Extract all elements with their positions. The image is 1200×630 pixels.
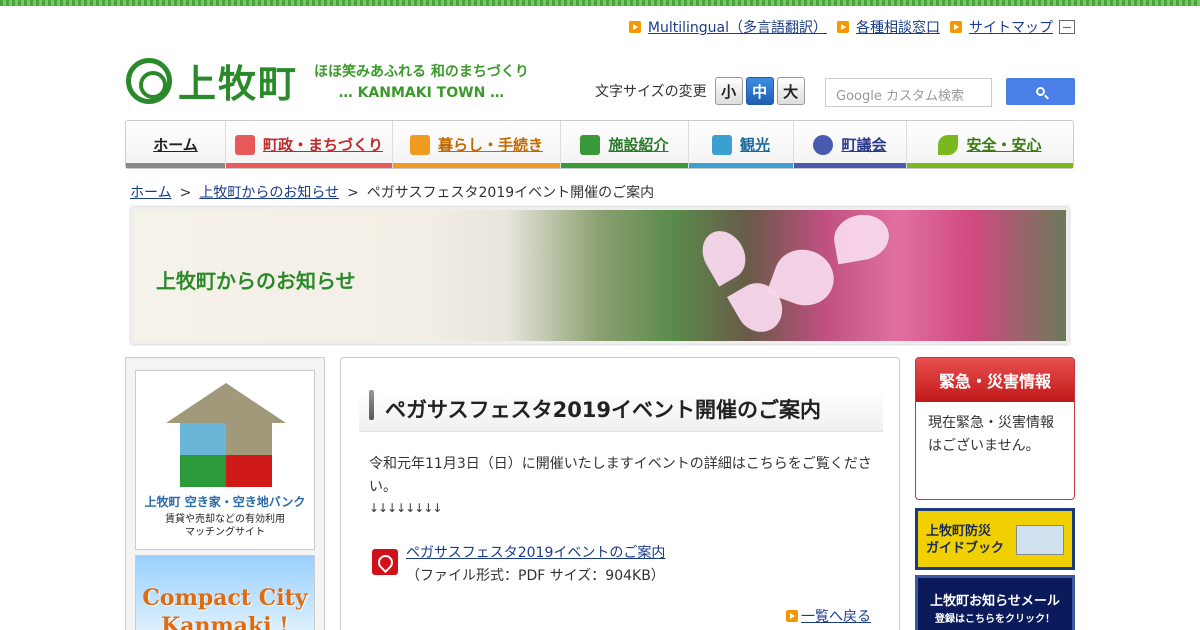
disaster-guidebook-banner[interactable]: 上牧町防災ガイドブック (915, 508, 1075, 570)
multilingual-link[interactable]: Multilingual（多言語翻訳） (628, 17, 827, 37)
nav-administration-label: 町政・まちづくり (262, 136, 383, 154)
nav-safety[interactable]: 安全・安心 (907, 121, 1073, 168)
arrow-icon (837, 21, 849, 33)
back-to-list-label: 一覧へ戻る (801, 609, 871, 625)
font-size-switcher: 文字サイズの変更 小 中 大 (595, 77, 805, 105)
nav-assembly-label: 町議会 (841, 136, 887, 154)
pdf-icon (372, 549, 398, 575)
compact-city-text: Compact City Kanmaki ! (136, 584, 314, 630)
site-logo[interactable]: 上牧町 (126, 53, 298, 108)
breadcrumb-section[interactable]: 上牧町からのお知らせ (199, 185, 339, 201)
search-button[interactable] (1006, 78, 1075, 105)
nav-facilities-label: 施設紹介 (608, 136, 669, 154)
article-panel: ペガサスフェスタ2019イベント開催のご案内 令和元年11月3日（日）に開催いた… (340, 357, 900, 630)
consultation-link[interactable]: 各種相談窓口 (837, 17, 940, 37)
emergency-title: 緊急・災害情報 (916, 358, 1074, 402)
logo-tagline-block: ほほ笑みあふれる 和のまちづくり … KANMAKI TOWN … (314, 62, 529, 104)
mail-title: 上牧町お知らせメール (930, 594, 1060, 609)
emergency-body: 現在緊急・災害情報はございません。 (928, 415, 1054, 454)
logo-tagline: ほほ笑みあふれる 和のまちづくり (314, 64, 529, 80)
article-header: ペガサスフェスタ2019イベント開催のご案内 (359, 388, 883, 432)
article-title: ペガサスフェスタ2019イベント開催のご案内 (385, 398, 822, 422)
nav-facilities[interactable]: 施設紹介 (561, 121, 689, 168)
breadcrumb-separator: > (347, 185, 359, 201)
nav-home[interactable]: ホーム (126, 121, 226, 168)
leaf-icon (938, 134, 959, 155)
sitemap-label: サイトマップ (969, 20, 1053, 36)
sitemap-icon (1059, 20, 1075, 34)
compact-line2: Kanmaki ! (161, 613, 289, 630)
nav-living[interactable]: 暮らし・手続き (393, 121, 561, 168)
emblem-icon (813, 134, 834, 155)
nav-tourism-label: 観光 (739, 136, 770, 154)
nav-administration[interactable]: 町政・まちづくり (226, 121, 393, 168)
pdf-file-info: （ファイル形式：PDF サイズ：904KB） (406, 568, 665, 584)
building-icon (580, 134, 601, 155)
compact-line1: Compact City (142, 585, 308, 611)
arrow-icon (786, 610, 798, 622)
arrow-icon (628, 21, 641, 33)
nav-home-label: ホーム (153, 136, 198, 154)
bank-title: 上牧町 空き家・空き地バンク (144, 495, 306, 509)
global-nav: ホーム 町政・まちづくり 暮らし・手続き 施設紹介 観光 町議会 安全・安心 (125, 120, 1074, 169)
nav-living-label: 暮らし・手続き (437, 136, 543, 154)
section-banner: 上牧町からのお知らせ (131, 207, 1069, 344)
multilingual-label: Multilingual（多言語翻訳） (647, 20, 827, 36)
nav-tourism[interactable]: 観光 (689, 121, 794, 168)
font-size-small-button[interactable]: 小 (714, 77, 743, 105)
left-sidebar: 上牧町 空き家・空き地バンク 賃貸や売却などの有効利用 マッチングサイト Comp… (125, 357, 325, 630)
back-to-list-link[interactable]: 一覧へ戻る (786, 606, 871, 626)
top-stripe (0, 0, 1200, 6)
search-input[interactable]: Google カスタム検索 (825, 78, 992, 107)
emergency-info-box: 緊急・災害情報 現在緊急・災害情報はございません。 (915, 357, 1075, 500)
house-icon (234, 134, 255, 155)
pen-note-icon (409, 134, 430, 155)
lily-flower-image (830, 210, 893, 265)
camera-icon (711, 134, 732, 155)
guidebook-line2: ガイドブック (926, 541, 1005, 556)
guidebook-illustration-icon (1016, 525, 1064, 555)
logo-town-name: 上牧町 (178, 62, 299, 106)
search-icon (1036, 87, 1045, 96)
nav-assembly[interactable]: 町議会 (794, 121, 907, 168)
logo-subtitle: … KANMAKI TOWN … (338, 85, 505, 101)
nav-safety-label: 安全・安心 (966, 136, 1042, 154)
sitemap-link[interactable]: サイトマップ (950, 17, 1075, 37)
breadcrumb-current: ペガサスフェスタ2019イベント開催のご案内 (366, 185, 655, 201)
lily-flower-image (694, 223, 754, 287)
puzzle-house-icon (166, 383, 286, 488)
bank-subtitle-line2: マッチングサイト (185, 527, 265, 538)
down-arrows: ↓↓↓↓↓↓↓↓ (369, 501, 442, 515)
breadcrumb-home[interactable]: ホーム (130, 185, 172, 201)
guidebook-text: 上牧町防災ガイドブック (926, 523, 1004, 557)
guidebook-line1: 上牧町防災 (926, 524, 992, 539)
consultation-label: 各種相談窓口 (856, 20, 940, 36)
pdf-download-link[interactable]: ペガサスフェスタ2019イベントのご案内 (406, 542, 665, 562)
mail-subtitle: 登録はこちらをクリック！ (935, 614, 1055, 625)
compact-city-banner[interactable]: Compact City Kanmaki ! (135, 555, 315, 630)
font-size-medium-button[interactable]: 中 (745, 77, 774, 105)
breadcrumb-separator: > (179, 185, 192, 201)
top-links: Multilingual（多言語翻訳） 各種相談窓口 サイトマップ (628, 17, 1075, 37)
article-body: 令和元年11月3日（日）に開催いたしますイベントの詳細はこちらをご覧ください。 (369, 456, 872, 495)
font-size-label: 文字サイズの変更 (595, 84, 707, 100)
banner-title: 上牧町からのお知らせ (156, 269, 356, 293)
font-size-large-button[interactable]: 大 (776, 77, 805, 105)
bank-subtitle: 賃貸や売却などの有効利用 マッチングサイト (136, 513, 314, 539)
vacant-house-bank-banner[interactable]: 上牧町 空き家・空き地バンク 賃貸や売却などの有効利用 マッチングサイト (135, 370, 315, 550)
notice-mail-banner[interactable]: 上牧町お知らせメール 登録はこちらをクリック！ (915, 575, 1075, 630)
town-emblem-icon (126, 57, 172, 104)
arrow-icon (950, 21, 962, 33)
breadcrumb: ホーム > 上牧町からのお知らせ > ペガサスフェスタ2019イベント開催のご案内 (130, 182, 654, 202)
bank-subtitle-line1: 賃貸や売却などの有効利用 (165, 514, 285, 525)
